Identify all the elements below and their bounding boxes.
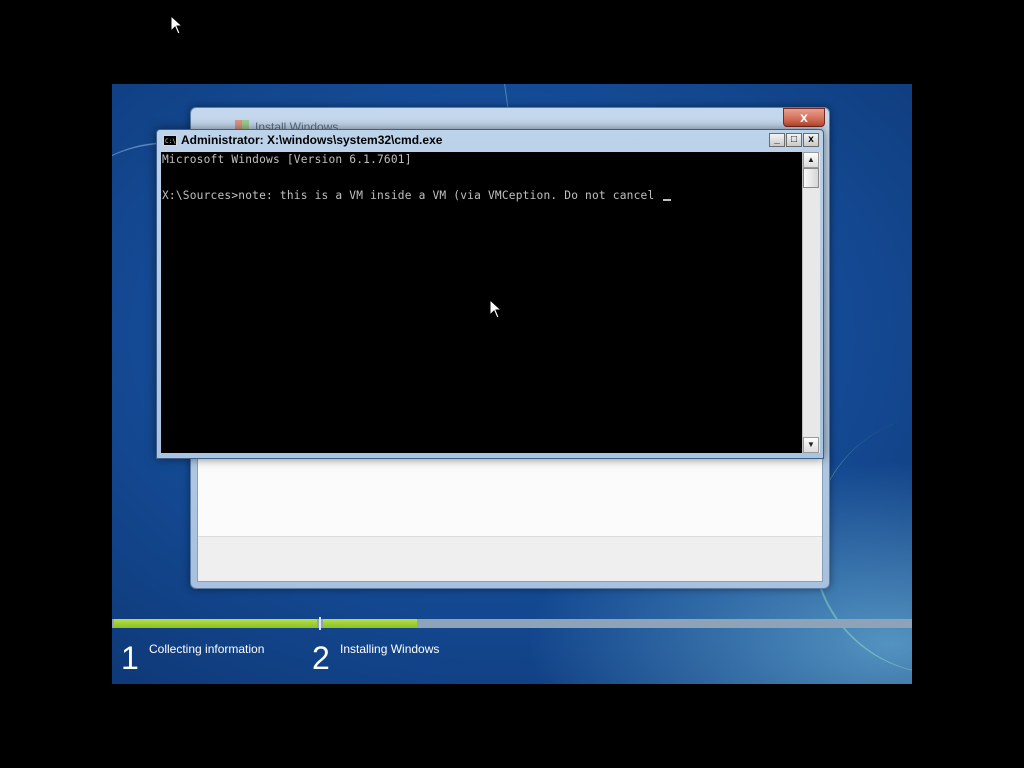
scroll-up-arrow-icon[interactable]: ▲ <box>803 152 819 168</box>
cmd-app-icon[interactable]: C:\ <box>163 135 177 146</box>
install-close-button[interactable]: x <box>783 108 825 127</box>
step-number: 1 <box>121 640 139 676</box>
scroll-down-arrow-icon[interactable]: ▼ <box>803 437 819 453</box>
maximize-button[interactable]: □ <box>786 133 802 147</box>
step-number: 2 <box>312 640 330 676</box>
console-line: Microsoft Windows [Version 6.1.7601] <box>162 153 412 166</box>
step-label: Installing Windows <box>340 642 440 656</box>
scroll-thumb[interactable] <box>803 168 819 188</box>
progress-divider <box>319 617 321 630</box>
install-window-footer <box>198 536 822 581</box>
progress-step-1-bar <box>114 619 317 628</box>
minimize-button[interactable]: _ <box>769 133 785 147</box>
progress-step-2-bar <box>323 619 417 628</box>
step-label: Collecting information <box>149 642 265 656</box>
vertical-scrollbar[interactable]: ▲ ▼ <box>802 152 820 453</box>
cmd-window-title: Administrator: X:\windows\system32\cmd.e… <box>181 133 443 147</box>
text-caret <box>663 199 672 201</box>
console-prompt-line: X:\Sources>note: this is a VM inside a V… <box>162 189 672 202</box>
cmd-window[interactable]: C:\ Administrator: X:\windows\system32\c… <box>156 129 824 459</box>
vm-guest-screen[interactable]: Install Windows x C:\ Administrator: X:\… <box>112 84 912 684</box>
close-button[interactable]: x <box>803 133 819 147</box>
console-output[interactable]: Microsoft Windows [Version 6.1.7601] X:\… <box>161 152 802 453</box>
guest-mouse-cursor-icon <box>489 298 503 324</box>
setup-progress: 1 Collecting information 2 Installing Wi… <box>112 616 912 684</box>
console-command-text: X:\Sources>note: this is a VM inside a V… <box>162 189 662 202</box>
cmd-titlebar[interactable]: C:\ Administrator: X:\windows\system32\c… <box>157 130 823 152</box>
